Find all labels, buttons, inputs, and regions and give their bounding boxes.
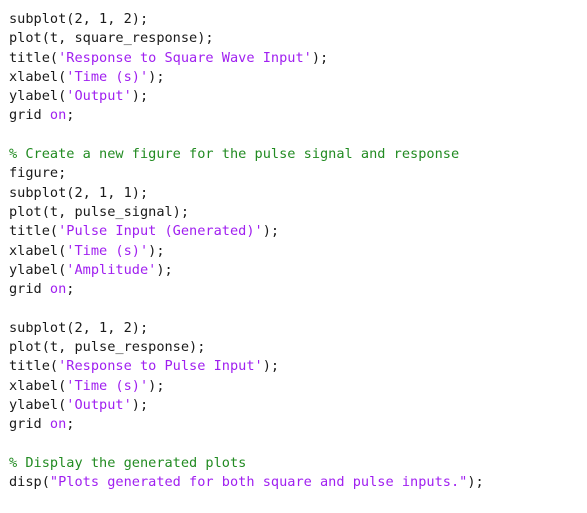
- code-line: grid on;: [9, 280, 579, 299]
- string-literal: 'Output': [66, 88, 132, 105]
- code-text: xlabel(: [9, 68, 67, 85]
- code-line: disp("Plots generated for both square an…: [9, 473, 579, 492]
- code-line: title('Pulse Input (Generated)');: [9, 222, 579, 241]
- code-line: figure;: [9, 164, 579, 183]
- keyword: on: [49, 281, 67, 298]
- code-text: );: [131, 396, 149, 413]
- comment: % Create a new figure for the pulse sign…: [9, 146, 460, 163]
- code-line: plot(t, pulse_signal);: [9, 203, 579, 222]
- keyword: on: [49, 416, 67, 433]
- code-text: ylabel(: [9, 88, 67, 105]
- code-line: subplot(2, 1, 2);: [9, 10, 579, 29]
- code-text: );: [311, 49, 329, 66]
- code-text: );: [148, 377, 165, 394]
- code-text: grid: [9, 281, 50, 298]
- code-editor[interactable]: subplot(2, 1, 2); plot(t, square_response…: [9, 10, 579, 492]
- code-line: xlabel('Time (s)');: [9, 377, 579, 396]
- string-literal: "Plots generated for both square and pul…: [49, 474, 468, 491]
- code-text: ylabel(: [9, 261, 67, 278]
- code-text: );: [156, 261, 173, 278]
- string-literal: 'Output': [66, 396, 132, 413]
- keyword: on: [49, 107, 67, 124]
- code-text: );: [262, 358, 280, 375]
- code-text: ;: [66, 416, 75, 433]
- code-line: grid on;: [9, 106, 579, 125]
- code-line: % Display the generated plots: [9, 454, 579, 473]
- string-literal: 'Response to Pulse Input': [58, 358, 263, 375]
- code-line: ylabel('Output');: [9, 396, 579, 415]
- string-literal: 'Response to Square Wave Input': [58, 49, 312, 66]
- code-line: xlabel('Time (s)');: [9, 242, 579, 261]
- string-literal: 'Time (s)': [66, 242, 149, 259]
- code-line: % Create a new figure for the pulse sign…: [9, 145, 579, 164]
- code-line: subplot(2, 1, 1);: [9, 184, 579, 203]
- code-text: plot(t, square_response);: [9, 30, 214, 47]
- code-text: title(: [9, 49, 59, 66]
- code-text: );: [148, 68, 165, 85]
- comment: % Display the generated plots: [9, 454, 247, 471]
- string-literal: 'Pulse Input (Generated)': [58, 223, 263, 240]
- code-text: subplot(2, 1, 1);: [9, 184, 149, 201]
- code-text: );: [262, 223, 280, 240]
- code-line: ylabel('Amplitude');: [9, 261, 579, 280]
- code-text: grid: [9, 416, 50, 433]
- code-text: plot(t, pulse_response);: [9, 339, 206, 356]
- code-line: plot(t, pulse_response);: [9, 338, 579, 357]
- code-text: figure;: [9, 165, 67, 182]
- code-text: title(: [9, 223, 59, 240]
- code-line: plot(t, square_response);: [9, 29, 579, 48]
- string-literal: 'Amplitude': [66, 261, 157, 278]
- code-text: plot(t, pulse_signal);: [9, 203, 190, 220]
- code-text: );: [467, 474, 484, 491]
- code-line: ylabel('Output');: [9, 87, 579, 106]
- code-text: xlabel(: [9, 377, 67, 394]
- code-line: xlabel('Time (s)');: [9, 68, 579, 87]
- code-text: grid: [9, 107, 50, 124]
- code-text: ;: [66, 107, 75, 124]
- code-text: ;: [66, 281, 75, 298]
- code-text: subplot(2, 1, 2);: [9, 319, 149, 336]
- code-line: subplot(2, 1, 2);: [9, 319, 579, 338]
- code-line: grid on;: [9, 415, 579, 434]
- code-text: disp(: [9, 474, 50, 491]
- string-literal: 'Time (s)': [66, 68, 149, 85]
- code-text: title(: [9, 358, 59, 375]
- code-text: subplot(2, 1, 2);: [9, 11, 149, 27]
- code-line: title('Response to Pulse Input');: [9, 357, 579, 376]
- string-literal: 'Time (s)': [66, 377, 149, 394]
- code-text: ylabel(: [9, 396, 67, 413]
- code-line: title('Response to Square Wave Input');: [9, 49, 579, 68]
- code-text: );: [131, 88, 149, 105]
- code-text: );: [148, 242, 165, 259]
- code-text: xlabel(: [9, 242, 67, 259]
